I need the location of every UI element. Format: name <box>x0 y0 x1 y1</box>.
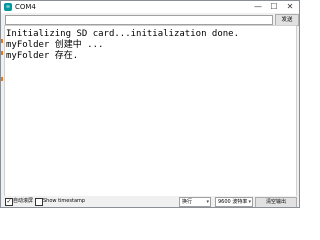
output-line: myFolder 存在. <box>6 51 79 61</box>
title-bar: ∞ COM4 — ☐ ✕ <box>1 1 299 13</box>
timestamp-label: Show timestamp <box>43 198 86 204</box>
autoscroll-label: 自动滚屏 <box>13 198 34 204</box>
chevron-down-icon: ▾ <box>206 199 209 205</box>
close-icon[interactable]: ✕ <box>283 1 297 13</box>
side-marker <box>1 77 3 81</box>
serial-output-area[interactable]: Initializing SD card...initialization do… <box>4 25 297 198</box>
baud-rate-value: 9600 波特率 <box>218 199 248 205</box>
minimize-icon[interactable]: — <box>251 1 265 13</box>
autoscroll-checkbox[interactable]: ✓ <box>5 198 13 206</box>
timestamp-checkbox[interactable] <box>35 198 43 206</box>
send-toolbar: 发送 <box>1 13 299 26</box>
side-marker <box>1 39 3 43</box>
clear-output-button[interactable]: 清空输出 <box>255 197 297 207</box>
status-bar: ✓ 自动滚屏 Show timestamp 换行 ▾ 9600 波特率 ▾ 清空… <box>1 196 299 207</box>
arduino-icon: ∞ <box>4 3 12 11</box>
window-title: COM4 <box>15 3 36 11</box>
send-input[interactable] <box>5 15 273 25</box>
baud-rate-select[interactable]: 9600 波特率 ▾ <box>215 197 253 207</box>
chevron-down-icon: ▾ <box>248 199 251 205</box>
line-ending-value: 换行 <box>182 199 193 205</box>
maximize-icon[interactable]: ☐ <box>267 1 281 13</box>
serial-monitor-window: ∞ COM4 — ☐ ✕ 发送 Initializing SD card...i… <box>0 0 300 208</box>
line-ending-select[interactable]: 换行 ▾ <box>179 197 211 207</box>
side-marker <box>1 51 3 55</box>
